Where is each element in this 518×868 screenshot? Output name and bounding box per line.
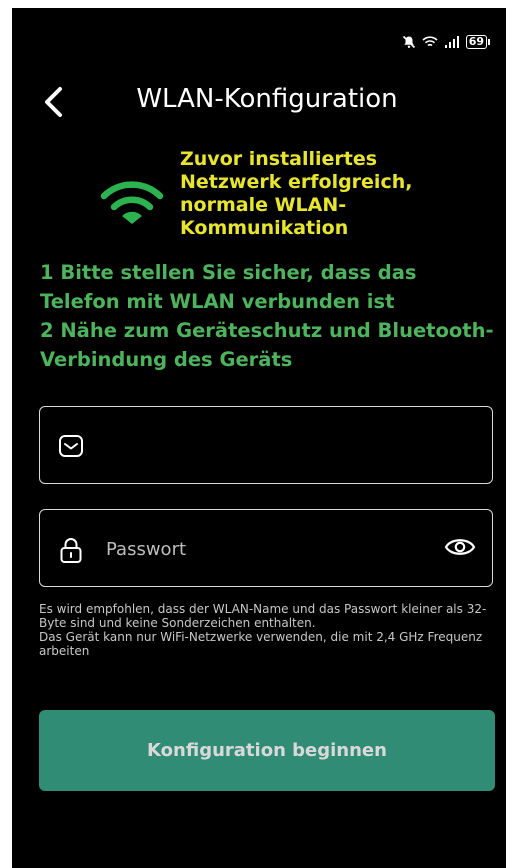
signal-icon bbox=[444, 36, 459, 48]
instructions: 1 Bitte stellen Sie sicher, dass das Tel… bbox=[40, 258, 500, 374]
instruction-line-2: 2 Nähe zum Geräteschutz und Bluetooth-Ve… bbox=[40, 319, 494, 371]
hint-line-2: Das Gerät kann nur WiFi-Netzwerke verwen… bbox=[39, 630, 483, 658]
start-configuration-button[interactable]: Konfiguration beginnen bbox=[39, 710, 495, 791]
wifi-icon bbox=[100, 181, 164, 224]
battery-tip bbox=[488, 39, 490, 45]
mail-icon bbox=[59, 435, 83, 457]
hint-text: Es wird empfohlen, dass der WLAN-Name un… bbox=[39, 602, 499, 658]
password-field[interactable] bbox=[39, 509, 493, 588]
page-title: WLAN-Konfiguration bbox=[136, 84, 398, 114]
eye-icon[interactable] bbox=[444, 534, 476, 560]
lock-icon bbox=[60, 538, 82, 563]
wifi-name-input[interactable] bbox=[104, 407, 428, 485]
wifi-name-field[interactable] bbox=[39, 406, 493, 485]
notifications-muted-icon bbox=[402, 35, 415, 49]
hint-line-1: Es wird empfohlen, dass der WLAN-Name un… bbox=[39, 602, 487, 630]
instruction-line-1: 1 Bitte stellen Sie sicher, dass das Tel… bbox=[40, 261, 417, 313]
battery-indicator: 69 bbox=[465, 35, 490, 49]
app-screen: 69 WLAN-Konfiguration Zuvor installierte… bbox=[12, 8, 506, 868]
password-input[interactable] bbox=[104, 510, 428, 588]
status-bar: 69 bbox=[402, 32, 490, 52]
wifi-status-icon bbox=[422, 36, 438, 47]
battery-level: 69 bbox=[465, 35, 487, 49]
success-message: Zuvor installiertes Netzwerk erfolgreich… bbox=[180, 148, 413, 239]
